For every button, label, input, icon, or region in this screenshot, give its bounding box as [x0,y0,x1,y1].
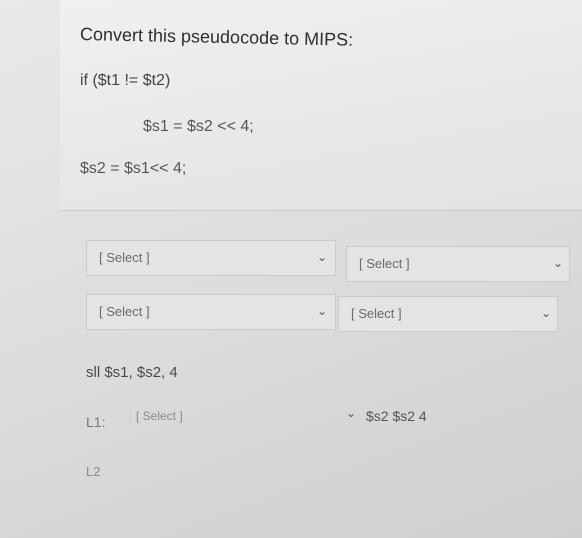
pseudocode-s2-line: $s2 = $s1<< 4; [80,160,187,177]
quiz-page: Convert this pseudocode to MIPS: if ($t1… [0,0,582,538]
answer-select-5[interactable]: [ Select ] ⌄ [128,404,360,434]
chevron-down-icon: ⌄ [316,250,327,264]
answer-select-2[interactable]: [ Select ] ⌄ [346,246,570,282]
select-4-value: [ Select ] [351,306,402,321]
chevron-down-icon: ⌄ [552,256,563,270]
select-1-value: [ Select ] [99,250,150,265]
select-5-value: [ Select ] [130,408,188,424]
s2-operands-text: $s2 $s2 4 [366,408,427,424]
answer-select-1[interactable]: [ Select ] ⌄ [86,240,336,276]
chevron-down-icon: ⌄ [345,406,356,420]
pseudocode-if-line: if ($t1 != $t2) [80,72,171,89]
answer-select-4[interactable]: [ Select ] ⌄ [338,296,558,332]
answer-select-3[interactable]: [ Select ] ⌄ [86,294,336,330]
chevron-down-icon: ⌄ [540,306,551,320]
chevron-down-icon: ⌄ [316,304,327,318]
label-l2: L2 [86,464,101,479]
sll-instruction: sll $s1, $s2, 4 [86,364,178,381]
select-3-value: [ Select ] [99,304,150,319]
pseudocode-s1-line: $s1 = $s2 << 4; [143,118,254,135]
label-l1: L1: [86,414,106,430]
select-2-value: [ Select ] [359,256,410,271]
